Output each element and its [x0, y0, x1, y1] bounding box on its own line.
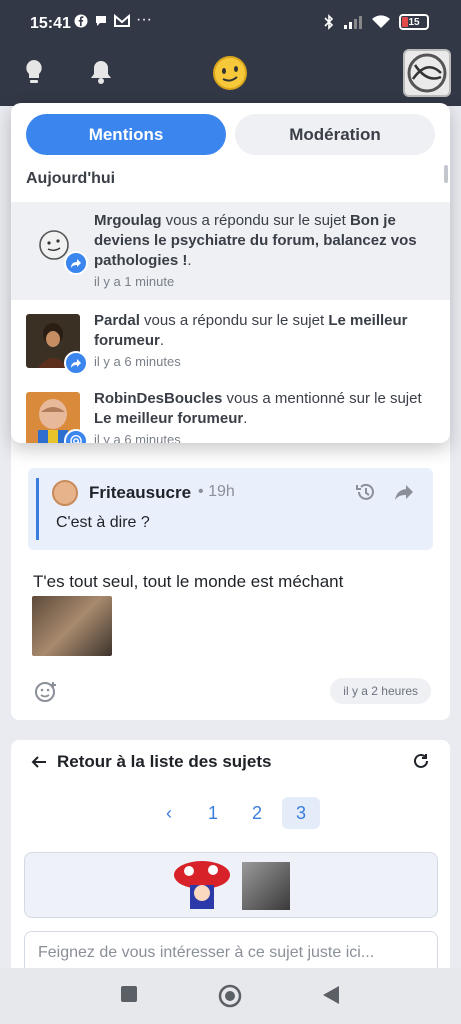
more-icon: ···	[136, 11, 152, 28]
pagination: ‹ 1 2 3	[150, 797, 320, 829]
notification-user: RobinDesBoucles	[94, 390, 223, 407]
notification-user: Mrgoulag	[94, 212, 162, 229]
refresh-icon[interactable]	[412, 752, 430, 775]
arrow-left-icon	[31, 756, 46, 768]
home-icon[interactable]	[218, 984, 242, 1008]
notification-item[interactable]: Mrgoulag vous a répondu sur le sujet Bon…	[11, 202, 450, 300]
quote-time: 19h	[208, 483, 235, 500]
mention-icon	[64, 429, 88, 443]
notification-topic: Le meilleur forumeur	[94, 410, 244, 427]
pagination-prev[interactable]: ‹	[150, 797, 188, 829]
mushroom-girl-sticker[interactable]	[173, 861, 231, 911]
quote-separator: •	[198, 483, 204, 500]
sticker-bar	[24, 852, 438, 918]
bluetooth-icon	[324, 14, 334, 30]
quote-block: Friteausucre • 19h C'est à dire ?	[28, 468, 433, 550]
signal-icon	[344, 16, 362, 29]
status-bar: 15:41 ··· 15	[0, 0, 461, 48]
app-nav	[0, 48, 461, 106]
notification-time: il y a 1 minute	[94, 274, 175, 289]
notification-text: RobinDesBoucles vous a mentionné sur le …	[94, 390, 422, 427]
bell-icon[interactable]	[87, 58, 115, 86]
dropdown-scrollbar[interactable]	[444, 165, 448, 183]
wifi-icon	[372, 15, 390, 28]
user-avatar[interactable]	[403, 49, 451, 97]
page-1[interactable]: 1	[194, 797, 232, 829]
back-nav-icon[interactable]	[322, 985, 340, 1005]
add-reaction-icon[interactable]	[34, 680, 58, 709]
notification-text: Pardal vous a répondu sur le sujet Le me…	[94, 312, 408, 349]
notification-user: Pardal	[94, 312, 140, 329]
mail-icon	[114, 14, 130, 27]
notifications-dropdown: Mentions Modération Aujourd'hui Mrgoulag…	[11, 103, 450, 443]
quote-text: C'est à dire ?	[56, 514, 150, 531]
post-timestamp: il y a 2 heures	[330, 678, 431, 704]
notification-tabs: Mentions Modération	[26, 114, 436, 155]
lightbulb-icon[interactable]	[20, 58, 48, 86]
chat-icon	[96, 16, 106, 26]
reply-icon	[64, 351, 88, 375]
battery-indicator: 15	[399, 14, 429, 30]
notification-text: Mrgoulag vous a répondu sur le sujet Bon…	[94, 212, 417, 269]
history-icon[interactable]	[355, 481, 377, 508]
recents-icon[interactable]	[120, 985, 138, 1003]
post-gif-image[interactable]	[32, 596, 112, 656]
man-face-sticker[interactable]	[242, 862, 290, 910]
quote-author-avatar	[52, 480, 78, 506]
back-label: Retour à la liste des sujets	[57, 752, 272, 771]
status-system-icons: 15	[323, 14, 429, 30]
android-nav-bar	[0, 968, 461, 1024]
notification-item[interactable]: RobinDesBoucles vous a mentionné sur le …	[11, 380, 450, 443]
tab-mentions[interactable]: Mentions	[26, 114, 226, 155]
notification-time: il y a 6 minutes	[94, 354, 181, 369]
status-app-icons: ···	[74, 11, 152, 28]
facebook-icon	[74, 14, 88, 28]
top-bar: 15:41 ··· 15	[0, 0, 461, 106]
tab-moderation[interactable]: Modération	[235, 114, 435, 155]
status-time: 15:41	[30, 15, 71, 32]
quote-author[interactable]: Friteausucre	[89, 483, 191, 503]
share-icon[interactable]	[393, 481, 415, 508]
page-2[interactable]: 2	[238, 797, 276, 829]
reply-icon	[64, 251, 88, 275]
smiley-logo-icon[interactable]	[211, 54, 249, 92]
page-3-current[interactable]: 3	[282, 797, 320, 829]
post-text: T'es tout seul, tout le monde est méchan…	[33, 572, 344, 591]
back-to-topics-link[interactable]: Retour à la liste des sujets	[31, 752, 271, 772]
section-title: Aujourd'hui	[26, 170, 116, 187]
notification-time: il y a 6 minutes	[94, 432, 181, 443]
